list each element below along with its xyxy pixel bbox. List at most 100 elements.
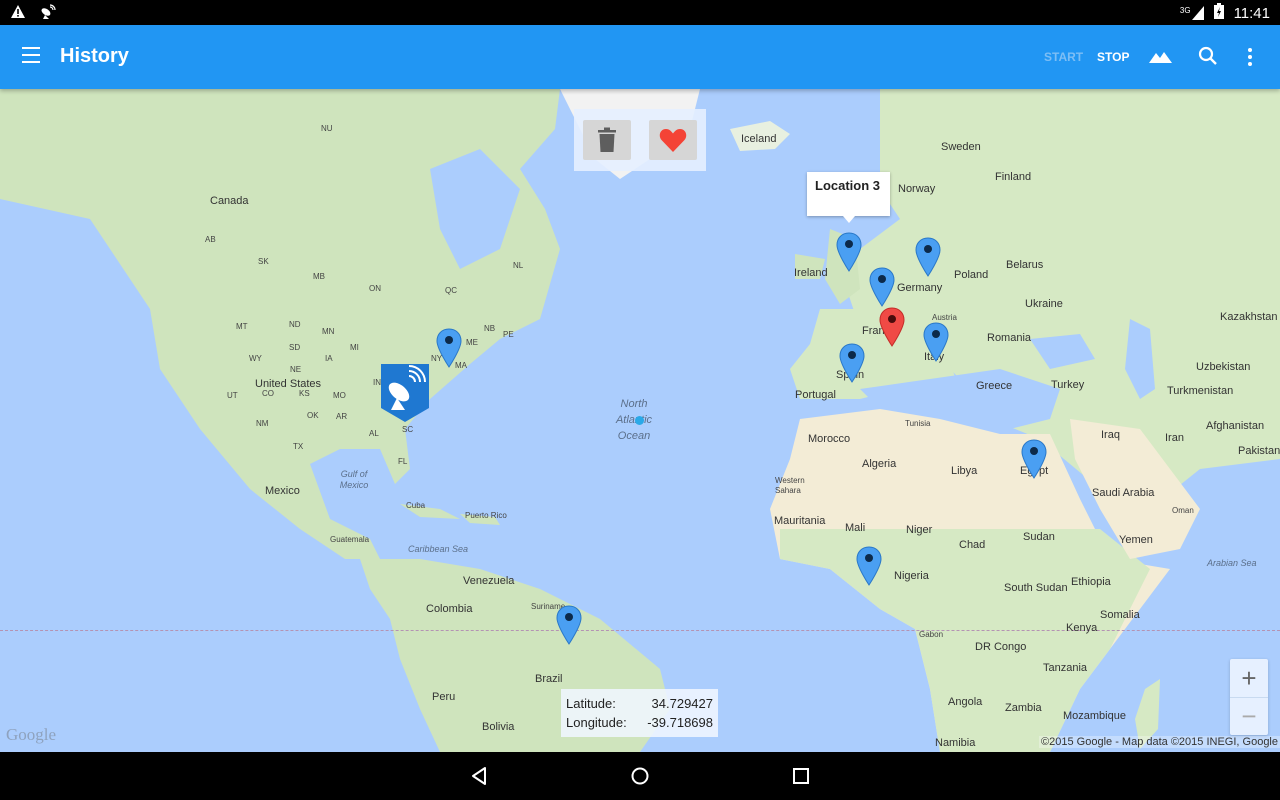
map-marker[interactable] — [839, 343, 865, 383]
map-label-north-atlantic-ocean: North Atlantic Ocean — [615, 398, 653, 442]
map-marker[interactable] — [556, 605, 582, 645]
delete-button[interactable] — [583, 120, 631, 160]
map-label-mali: Mali — [845, 522, 866, 534]
map-label-gulf-of-mexico: Gulf of Mexico — [339, 469, 369, 490]
map-label-mexico: Mexico — [265, 485, 300, 497]
satellite-dish-icon — [40, 4, 56, 25]
map-label-tx: TX — [293, 442, 304, 451]
zoom-controls: + − — [1230, 659, 1268, 735]
map-label-bolivia: Bolivia — [482, 721, 515, 733]
map-marker[interactable] — [856, 546, 882, 586]
map-label-al: AL — [369, 429, 379, 438]
zoom-out-button[interactable]: − — [1230, 697, 1268, 735]
map-label-pakistan: Pakistan — [1238, 445, 1280, 457]
map-label-tunisia: Tunisia — [905, 419, 931, 428]
map-view[interactable]: Canada United States Mexico Cuba Puerto … — [0, 89, 1280, 752]
map-attribution[interactable]: ©2015 Google - Map data ©2015 INEGI, Goo… — [1039, 736, 1280, 748]
clock: 11:41 — [1233, 4, 1270, 22]
map-label-cuba: Cuba — [406, 501, 426, 510]
map-label-qc: QC — [445, 286, 457, 295]
map-label-sweden: Sweden — [941, 141, 981, 153]
map-label-morocco: Morocco — [808, 433, 851, 445]
start-button[interactable]: START — [1044, 50, 1083, 64]
search-icon[interactable] — [1196, 43, 1224, 71]
map-label-nb: NB — [484, 324, 496, 333]
map-label-wy: WY — [249, 354, 262, 363]
map-label-arabian-sea: Arabian Sea — [1207, 558, 1257, 568]
map-label-ia: IA — [325, 354, 333, 363]
map-label-ab: AB — [205, 235, 216, 244]
favorite-button[interactable] — [649, 120, 697, 160]
heart-icon — [659, 129, 687, 152]
satellite-station-marker[interactable] — [381, 364, 429, 422]
map-label-angola: Angola — [948, 696, 983, 708]
map-marker[interactable] — [923, 322, 949, 362]
map-marker[interactable] — [869, 267, 895, 307]
latitude-value: 34.729427 — [651, 696, 713, 711]
map-label-guatemala: Guatemala — [330, 535, 370, 544]
terrain-icon[interactable] — [1147, 43, 1175, 71]
map-label-romania: Romania — [987, 332, 1032, 344]
back-icon[interactable] — [467, 764, 491, 788]
map-label-nl: NL — [513, 261, 524, 270]
map-label-libya: Libya — [951, 465, 978, 477]
map-label-in: IN — [373, 378, 381, 387]
map-label-ut: UT — [227, 391, 238, 400]
menu-icon[interactable] — [22, 47, 42, 67]
map-label-finland: Finland — [995, 171, 1032, 183]
map-label-mt: MT — [236, 322, 248, 331]
map-label-namibia: Namibia — [935, 737, 976, 749]
map-label-turkey: Turkey — [1051, 379, 1085, 391]
map-label-venezuela: Venezuela — [463, 575, 515, 587]
map-label-me: ME — [466, 338, 478, 347]
map-marker[interactable] — [915, 237, 941, 277]
map-label-brazil: Brazil — [535, 673, 563, 685]
map-label-belarus: Belarus — [1006, 259, 1044, 271]
map-marker-selected[interactable] — [879, 307, 905, 347]
map-label-western-sahara: Western Sahara — [775, 476, 805, 495]
map-label-germany: Germany — [897, 282, 943, 294]
map-label-canada: Canada — [210, 195, 249, 207]
map-label-mo: MO — [333, 391, 346, 400]
map-label-nm: NM — [256, 419, 269, 428]
map-label-co: CO — [262, 389, 274, 398]
map-label-oman: Oman — [1172, 506, 1194, 515]
recents-icon[interactable] — [789, 764, 813, 788]
warning-icon — [10, 4, 26, 25]
network-signal-icon: 3G — [1180, 6, 1204, 20]
map-label-fl: FL — [398, 457, 408, 466]
map-label-yemen: Yemen — [1119, 534, 1153, 546]
google-logo: Google — [6, 725, 57, 744]
map-label-mi: MI — [350, 343, 359, 352]
map-label-ethiopia: Ethiopia — [1071, 576, 1111, 588]
map-label-puerto-rico: Puerto Rico — [465, 511, 507, 520]
map-label-afghanistan: Afghanistan — [1206, 420, 1265, 432]
marker-info-window[interactable]: Location 3 — [807, 172, 890, 223]
map-label-caribbean-sea: Caribbean Sea — [408, 544, 469, 554]
stop-button[interactable]: STOP — [1097, 50, 1129, 64]
map-label-sc: SC — [402, 425, 414, 434]
more-vert-icon[interactable] — [1238, 43, 1266, 71]
map-label-mb: MB — [313, 272, 325, 281]
map-label-greece: Greece — [976, 380, 1013, 392]
map-label-iran: Iran — [1165, 432, 1184, 444]
longitude-value: -39.718698 — [647, 715, 713, 730]
map-label-ukraine: Ukraine — [1025, 298, 1063, 310]
app-bar: History START STOP — [0, 25, 1280, 89]
map-label-kenya: Kenya — [1066, 622, 1098, 634]
map-marker[interactable] — [436, 328, 462, 368]
map-label-nu: NU — [321, 124, 333, 133]
map-label-pe: PE — [503, 330, 514, 339]
map-label-tanzania: Tanzania — [1043, 662, 1088, 674]
home-icon[interactable] — [628, 764, 652, 788]
current-location-dot — [635, 416, 644, 425]
map-marker[interactable] — [1021, 439, 1047, 479]
page-title: History — [60, 45, 129, 67]
map-label-ireland: Ireland — [794, 267, 828, 279]
map-marker[interactable] — [836, 232, 862, 272]
map-label-norway: Norway — [898, 183, 936, 195]
map-label-sk: SK — [258, 257, 269, 266]
battery-icon — [1213, 3, 1224, 23]
map-label-somalia: Somalia — [1100, 609, 1140, 621]
zoom-in-button[interactable]: + — [1230, 659, 1268, 697]
